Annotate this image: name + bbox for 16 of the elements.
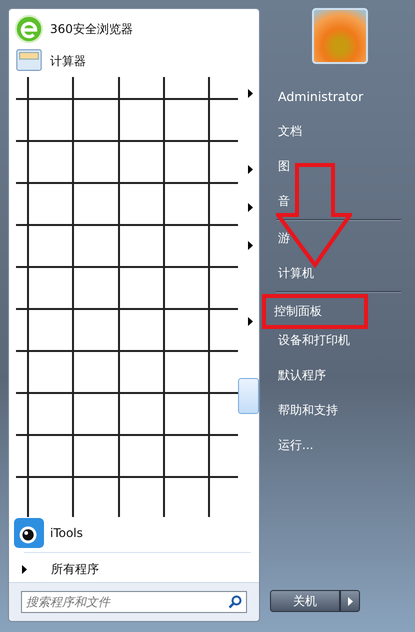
program-item[interactable]: 计算器 — [14, 45, 259, 77]
menu-item[interactable]: 文档 — [270, 114, 407, 149]
user-name-link[interactable]: Administrator — [270, 79, 407, 114]
program-item[interactable]: 360安全浏览器 — [14, 13, 259, 45]
menu-item[interactable]: 运行... — [270, 428, 407, 463]
menu-item[interactable]: 计算机 — [270, 256, 407, 291]
menu-item[interactable]: 音 — [270, 184, 407, 219]
program-item[interactable]: iTools — [14, 517, 259, 549]
shutdown-button[interactable]: 关机 — [270, 590, 340, 612]
menu-item[interactable]: 默认程序 — [270, 358, 407, 393]
menu-item[interactable]: 帮助和支持 — [270, 393, 407, 428]
search-field[interactable]: 搜索程序和文件 — [21, 591, 247, 613]
menu-item[interactable]: 图 — [270, 149, 407, 184]
menu-item[interactable]: 游 — [270, 221, 407, 256]
menu-item[interactable]: 控制面板 — [262, 294, 368, 329]
all-programs-item[interactable]: 所有程序 — [14, 556, 259, 582]
